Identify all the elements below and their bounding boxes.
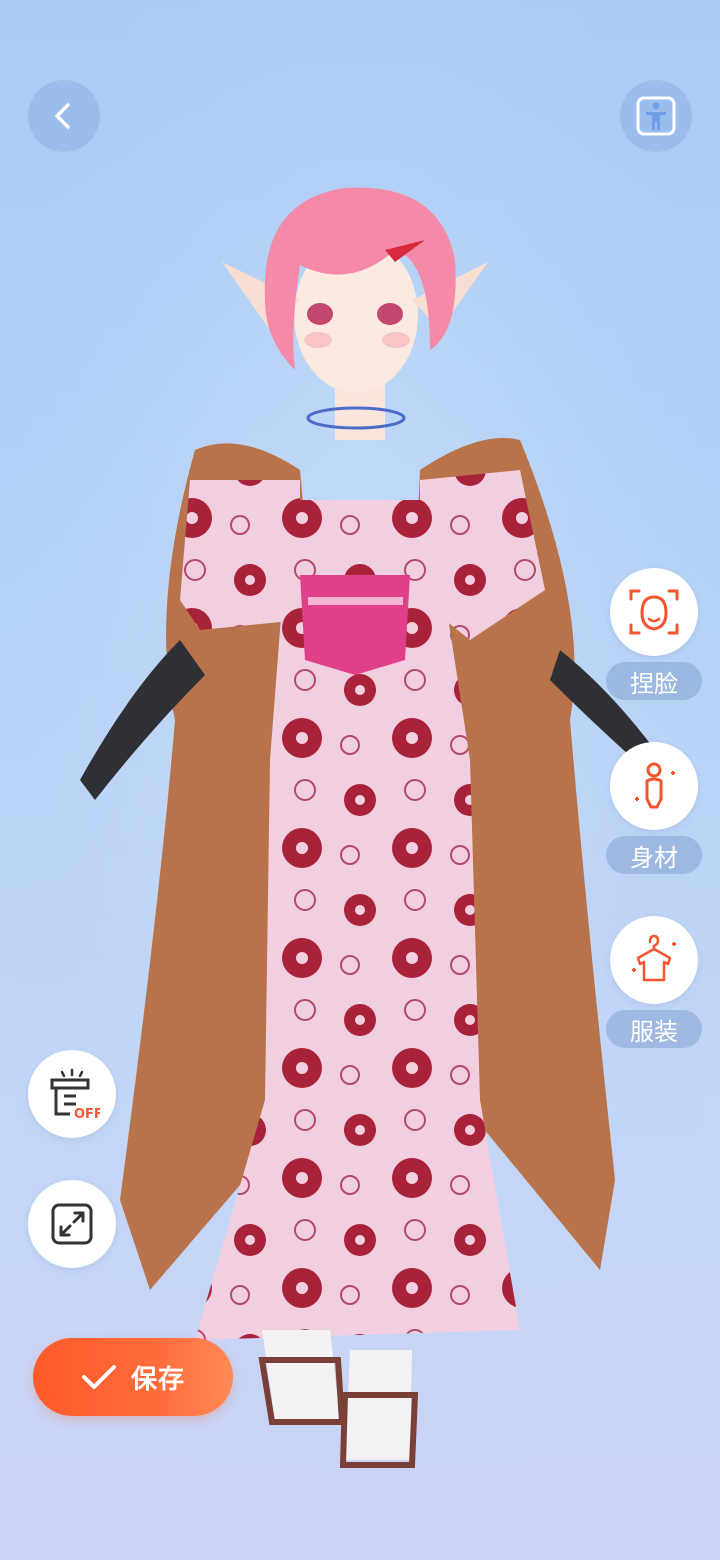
face-button[interactable] [610,568,698,656]
face-icon [629,589,679,635]
save-button[interactable]: 保存 [33,1338,233,1416]
fullscreen-button[interactable] [28,1180,116,1268]
person-standing-icon [636,96,676,136]
body-view-button[interactable] [620,80,692,152]
side-item-face-label: 捏脸 [606,662,702,700]
chevron-left-icon [55,103,70,129]
body-button[interactable] [610,742,698,830]
lighting-off-badge: OFF [74,1107,100,1122]
side-item-body-label: 身材 [606,836,702,874]
side-item-outfit[interactable]: 服装 [606,916,702,1048]
side-item-body[interactable]: 身材 [606,742,702,874]
side-item-face[interactable]: 捏脸 [606,568,702,700]
hanger-shirt-icon [632,934,676,982]
side-item-outfit-label: 服装 [606,1010,702,1048]
save-button-label: 保存 [130,1364,185,1395]
lighting-toggle-button[interactable]: OFF [28,1050,116,1138]
back-button[interactable] [28,80,100,152]
expand-icon [51,1203,93,1245]
outfit-button[interactable] [610,916,698,1004]
check-icon [81,1365,116,1389]
body-icon [635,762,675,809]
lamp-icon: OFF [50,1068,100,1122]
